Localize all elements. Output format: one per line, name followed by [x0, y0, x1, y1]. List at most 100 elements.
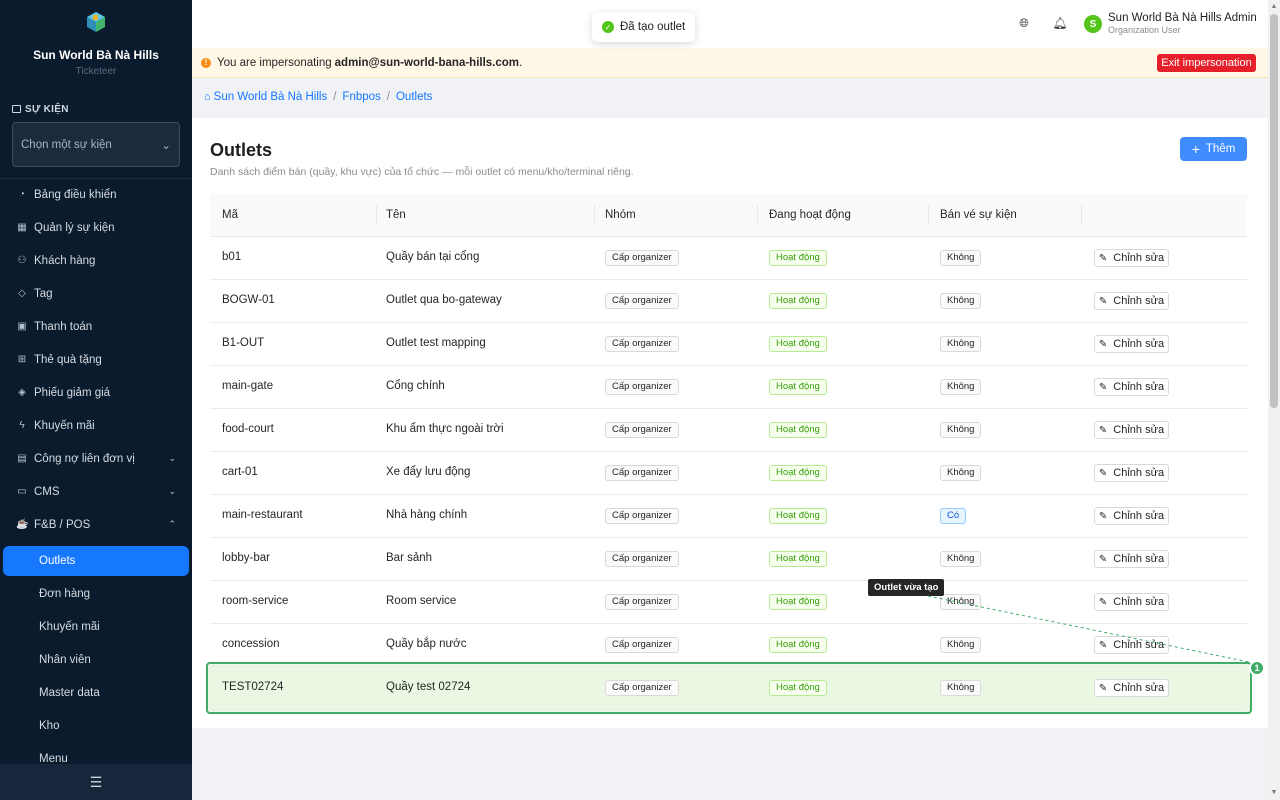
sidebar-item-intercompany[interactable]: ▤ Công nợ liên đơn vị ⌄: [0, 442, 192, 475]
cell-code: B1-OUT: [222, 337, 265, 349]
edit-button[interactable]: ✎ Chỉnh sửa: [1094, 507, 1169, 525]
edit-icon: ✎: [1098, 381, 1108, 393]
edit-icon: ✎: [1098, 596, 1108, 608]
column-header-name[interactable]: Tên: [386, 209, 406, 221]
column-header-active[interactable]: Đang hoạt động: [769, 209, 851, 221]
annotation-number-badge: 1: [1249, 660, 1265, 676]
edit-button[interactable]: ✎ Chỉnh sửa: [1094, 550, 1169, 568]
edit-button-label: Chỉnh sửa: [1113, 553, 1165, 565]
table-header: Mã Tên Nhóm Đang hoạt động Bán vé sự kiệ…: [210, 194, 1247, 237]
cell-code: b01: [222, 251, 242, 263]
globe-icon[interactable]: 🌐︎: [1017, 16, 1031, 30]
edit-button[interactable]: ✎ Chỉnh sửa: [1094, 421, 1169, 439]
toast-message: Đã tạo outlet: [620, 21, 686, 33]
top-bar: [192, 0, 1268, 48]
edit-button[interactable]: ✎ Chỉnh sửa: [1094, 636, 1169, 654]
ticket-sales-tag: Không: [940, 680, 982, 696]
column-separator: [928, 205, 929, 225]
group-tag: Cấp organizer: [605, 551, 679, 567]
sidebar-subitem-outlets[interactable]: Outlets: [3, 546, 189, 576]
edit-button[interactable]: ✎ Chỉnh sửa: [1094, 464, 1169, 482]
cell-code: BOGW-01: [222, 294, 275, 306]
table-row: concession Quầy bắp nước Cấp organizer Hoạt…: [210, 624, 1247, 667]
sidebar-item-events[interactable]: ▦ Quản lý sự kiện: [0, 211, 192, 244]
group-tag: Cấp organizer: [605, 465, 679, 481]
sidebar-item-cms[interactable]: ▭ CMS ⌄: [0, 475, 192, 508]
column-header-group[interactable]: Nhóm: [605, 209, 636, 221]
event-select[interactable]: Chọn một sự kiện ⌄: [12, 122, 180, 167]
org-subtitle: Ticketeer: [75, 66, 117, 77]
edit-button-label: Chỉnh sửa: [1113, 424, 1165, 436]
column-separator: [757, 205, 758, 225]
cell-name: Khu ẩm thực ngoài trời: [386, 423, 504, 435]
edit-button[interactable]: ✎ Chỉnh sửa: [1094, 249, 1169, 267]
impersonation-prefix: You are impersonating: [217, 56, 332, 69]
sidebar-item-fnb-pos[interactable]: ☕ F&B / POS ⌃: [0, 508, 192, 541]
sidebar-item-payment[interactable]: ▣ Thanh toán: [0, 310, 192, 343]
sidebar-item-label: Khách hàng: [34, 254, 96, 267]
success-toast: ✓ Đã tạo outlet: [592, 12, 696, 42]
table-row: b01 Quầy bán tại cổng Cấp organizer Hoạt độ…: [210, 237, 1247, 280]
edit-button[interactable]: ✎ Chỉnh sửa: [1094, 679, 1169, 697]
events-section-label: SỰ KIỆN: [12, 104, 69, 115]
edit-button[interactable]: ✎ Chỉnh sửa: [1094, 292, 1169, 310]
page-subtitle: Danh sách điểm bán (quầy, khu vực) của t…: [210, 166, 634, 178]
active-status-tag: Hoạt động: [769, 465, 827, 481]
edit-button[interactable]: ✎ Chỉnh sửa: [1094, 593, 1169, 611]
active-status-tag: Hoạt động: [769, 336, 827, 352]
ticket-sales-tag: Không: [940, 637, 982, 653]
sidebar-subitem-label: Master data: [39, 687, 100, 699]
annotation-tooltip: Outlet vừa tạo: [868, 579, 945, 596]
sidebar-item-coupons[interactable]: ◈ Phiếu giảm giá: [0, 376, 192, 409]
group-tag: Cấp organizer: [605, 680, 679, 696]
sidebar-item-customers[interactable]: ⚇ Khách hàng: [0, 244, 192, 277]
sidebar-item-giftcards[interactable]: ⊞ Thẻ quà tặng: [0, 343, 192, 376]
sidebar-subitem-master-data[interactable]: Master data: [3, 678, 189, 708]
group-tag: Cấp organizer: [605, 379, 679, 395]
column-header-ticket[interactable]: Bán vé sự kiện: [940, 209, 1017, 221]
scroll-down-icon[interactable]: ▼: [1270, 789, 1278, 797]
sidebar-subitem-orders[interactable]: Đơn hàng: [3, 579, 189, 609]
edit-icon: ✎: [1098, 639, 1108, 651]
group-tag: Cấp organizer: [605, 250, 679, 266]
edit-button[interactable]: ✎ Chỉnh sửa: [1094, 378, 1169, 396]
cell-name: Bar sảnh: [386, 552, 433, 564]
sidebar-item-label: Thẻ quà tặng: [34, 353, 102, 366]
breadcrumb-outlets[interactable]: Outlets: [396, 91, 432, 103]
avatar[interactable]: S: [1084, 15, 1102, 33]
cell-code: concession: [222, 638, 280, 650]
users-icon: ⚇: [17, 255, 27, 266]
cell-code: room-service: [222, 595, 289, 607]
user-name[interactable]: Sun World Bà Nà Hills Admin: [1108, 12, 1257, 24]
home-icon[interactable]: ⌂: [204, 91, 211, 103]
sidebar-item-label: Bảng điều khiển: [34, 188, 117, 201]
bell-icon[interactable]: 🔔︎: [1052, 16, 1067, 30]
menu-fold-icon: ☰: [89, 773, 103, 790]
dashboard-icon: ◔: [18, 189, 26, 200]
chevron-up-icon: ⌃: [168, 519, 176, 529]
plus-icon: +: [1191, 141, 1200, 157]
breadcrumb-fnbpos[interactable]: Fnbpos: [342, 91, 380, 103]
table-row: food-court Khu ẩm thực ngoài trời Cấp orga…: [210, 409, 1247, 452]
edit-icon: ✎: [1098, 467, 1108, 479]
edit-button[interactable]: ✎ Chỉnh sửa: [1094, 335, 1169, 353]
sidebar-item-tag[interactable]: ◇ Tag: [0, 277, 192, 310]
exit-impersonation-button[interactable]: Exit impersonation: [1157, 54, 1256, 72]
sidebar-subitem-promotions[interactable]: Khuyến mãi: [3, 612, 189, 642]
sidebar-item-dashboard[interactable]: ◔ Bảng điều khiển: [0, 178, 192, 211]
scroll-up-icon[interactable]: ▲: [1270, 3, 1278, 11]
sidebar-item-promotions[interactable]: ϟ Khuyến mãi: [0, 409, 192, 442]
cell-code: food-court: [222, 423, 274, 435]
breadcrumb-org[interactable]: Sun World Bà Nà Hills: [214, 91, 328, 103]
edit-icon: ✎: [1098, 338, 1108, 350]
column-separator: [376, 205, 377, 225]
add-outlet-button[interactable]: + Thêm: [1180, 137, 1247, 161]
column-header-code[interactable]: Mã: [222, 209, 238, 221]
scrollbar-thumb[interactable]: [1270, 14, 1278, 408]
sidebar-subitem-staff[interactable]: Nhân viên: [3, 645, 189, 675]
sidebar-subitem-inventory[interactable]: Kho: [3, 711, 189, 741]
edit-button-label: Chỉnh sửa: [1113, 639, 1165, 651]
ticket-sales-tag: Không: [940, 250, 982, 266]
ticket-sales-tag: Không: [940, 379, 982, 395]
sidebar-collapse-button[interactable]: ☰: [0, 764, 192, 800]
